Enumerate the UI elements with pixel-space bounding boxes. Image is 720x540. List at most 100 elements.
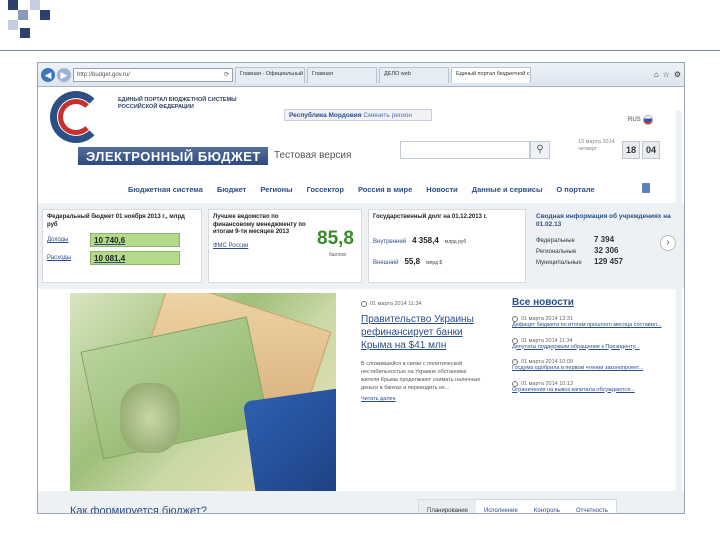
state-debt-title: Государственный долг на 01.12.2013 г. — [373, 214, 488, 220]
external-debt-unit: млрд $ — [426, 259, 443, 266]
best-agency-score: 85,8 — [317, 228, 354, 249]
star-icon[interactable]: ☆ — [663, 70, 670, 79]
menu-item[interactable]: Регионы — [260, 185, 292, 194]
search-icon[interactable]: ⚲ — [530, 141, 550, 159]
state-debt-panel: Государственный долг на 01.12.2013 г. Вн… — [368, 209, 526, 283]
brand-title[interactable]: ЭЛЕКТРОННЫЙ БЮДЖЕТ — [86, 149, 261, 164]
institutions-title[interactable]: Сводная информация об учреждениях на 01.… — [536, 213, 676, 229]
institutions-label: Федеральные — [536, 238, 575, 244]
wallet-image — [242, 385, 336, 491]
language-label: RUS — [628, 117, 641, 123]
menu-item[interactable]: Новости — [426, 185, 457, 194]
news-headline[interactable]: Ограничения на вывоз капитала обсуждаютс… — [512, 387, 676, 395]
expense-label: Расходы — [47, 255, 72, 261]
refresh-icon[interactable]: ⟳ — [224, 71, 229, 78]
expense-row[interactable]: Расходы 10 081,4 — [47, 251, 197, 265]
clock-icon — [512, 380, 518, 387]
region-name: Республика Мордовия — [289, 112, 362, 119]
gear-icon[interactable]: ⚙ — [674, 70, 681, 79]
browser-tab[interactable]: Главная — [307, 66, 377, 83]
slide: ◀ ▶ http://budget.gov.ru/ ⟳ Главная - Оф… — [0, 0, 720, 540]
external-debt-row[interactable]: Внешний 55,8 млрд $ — [373, 257, 521, 266]
address-bar[interactable]: http://budget.gov.ru/ ⟳ — [73, 67, 233, 82]
russia-flag-icon — [642, 115, 653, 125]
budget-process-bar: Как формируется бюджет? Планирование Исп… — [38, 491, 684, 513]
news-list-item[interactable]: 01 марта 2014 13:31 Дефицит бюджета по и… — [512, 316, 676, 330]
tab-planning[interactable]: Планирование — [419, 500, 476, 513]
current-date: 13 марта 2014 четверг — [578, 139, 615, 152]
menu-item[interactable]: Россия в мире — [358, 185, 412, 194]
news-list-item[interactable]: 01 марта 2014 11:34 Депутаты поддержали … — [512, 337, 676, 352]
news-date-text: 01 марта 2014 10:13 — [521, 380, 573, 387]
news-headline[interactable]: Госдума одобрила в первом чтении законоп… — [512, 365, 676, 373]
browser-tab[interactable]: ДЕЛО web — [379, 66, 449, 83]
featured-news-title[interactable]: Правительство Украины рефинансирует банк… — [361, 313, 482, 352]
menu-item[interactable]: Бюджетная система — [128, 185, 203, 194]
featured-news-date: 01 марта 2014 11:34 — [361, 301, 482, 307]
internal-debt-row[interactable]: Внутренний 4 358,4 млрд руб — [373, 236, 521, 245]
internal-debt-unit: млрд руб — [444, 238, 467, 245]
scrollbar[interactable] — [676, 111, 682, 511]
featured-news-image[interactable] — [70, 293, 336, 491]
decorative-line — [0, 50, 720, 51]
institutions-label: Региональные — [536, 249, 577, 255]
institutions-value: 129 457 — [594, 257, 623, 266]
news-list: Все новости 01 марта 2014 13:31 Дефицит … — [504, 293, 684, 491]
forward-icon[interactable]: ▶ — [57, 67, 71, 82]
search-input[interactable] — [400, 141, 530, 159]
external-debt-value: 55,8 — [404, 256, 421, 266]
browser-tab-active[interactable]: Единый портал бюджетной с... — [451, 66, 531, 83]
best-agency-title: Лучшее ведомство по финансовому менеджме… — [213, 214, 306, 235]
chevron-right-icon[interactable]: › — [660, 235, 676, 251]
menu-item[interactable]: Данные и сервисы — [472, 185, 543, 194]
featured-news: 01 марта 2014 11:34 Правительство Украин… — [336, 293, 502, 491]
institutions-label: Муниципальные — [536, 260, 582, 266]
all-news-link[interactable]: Все новости — [512, 297, 676, 308]
institutions-value: 7 394 — [594, 235, 615, 244]
clock-icon — [512, 337, 518, 344]
institutions-row: Федеральные 7 394 — [536, 235, 676, 244]
menu-item[interactable]: Бюджет — [217, 185, 246, 194]
info-panels: Федеральный бюджет 01 ноября 2013 г., мл… — [38, 203, 684, 289]
language-switch[interactable]: RUS — [628, 115, 653, 125]
banknote-portrait — [120, 383, 180, 453]
lock-icon[interactable] — [642, 183, 650, 193]
news-date-text: 01 марта 2014 11:34 — [521, 337, 573, 344]
browser-window: ◀ ▶ http://budget.gov.ru/ ⟳ Главная - Оф… — [37, 62, 685, 514]
window-controls: ⌂ ☆ ⚙ — [654, 70, 681, 79]
back-icon[interactable]: ◀ — [41, 67, 55, 82]
browser-toolbar: ◀ ▶ http://budget.gov.ru/ ⟳ Главная - Оф… — [38, 63, 684, 87]
clock-minute: 04 — [642, 141, 660, 159]
main-menu: Бюджетная система Бюджет Регионы Госсект… — [38, 179, 684, 199]
institutions-panel: Сводная информация об учреждениях на 01.… — [532, 209, 680, 283]
menu-item[interactable]: Госсектор — [307, 185, 344, 194]
browser-tab[interactable]: Главная - Официальный сайт... — [235, 66, 305, 83]
test-version-label: Тестовая версия — [274, 150, 352, 161]
news-list-item[interactable]: 01 марта 2014 10:13 Ограничения на вывоз… — [512, 380, 676, 395]
menu-item[interactable]: О портале — [556, 185, 594, 194]
featured-news-date-text: 01 марта 2014 11:34 — [370, 301, 422, 307]
news-headline[interactable]: Депутаты поддержали обращение к Президен… — [512, 344, 676, 352]
site-content: ЕДИНЫЙ ПОРТАЛ БЮДЖЕТНОЙ СИСТЕМЫ РОССИЙСК… — [38, 87, 684, 513]
home-icon[interactable]: ⌂ — [654, 70, 659, 79]
institutions-value: 32 306 — [594, 246, 619, 255]
tab-execution[interactable]: Исполнение — [476, 500, 526, 513]
external-debt-label: Внешний — [373, 259, 399, 266]
change-region-link[interactable]: Сменить регион — [363, 112, 412, 119]
region-selector[interactable]: Республика Мордовия Сменить регион — [284, 109, 432, 121]
clock-hour: 18 — [622, 141, 640, 159]
income-row[interactable]: Доходы 10 740,6 — [47, 233, 197, 247]
tab-reporting[interactable]: Отчетность — [568, 500, 616, 513]
decorative-squares — [0, 0, 60, 40]
news-headline[interactable]: Дефицит бюджета по итогам прошлого месяц… — [512, 322, 676, 330]
income-value: 10 740,6 — [90, 233, 180, 247]
tab-control[interactable]: Контроль — [526, 500, 568, 513]
read-more-link[interactable]: Читать далее — [361, 396, 482, 402]
featured-news-text: В сложившейся в связи с политической нес… — [361, 361, 481, 391]
how-budget-link[interactable]: Как формируется бюджет? — [70, 505, 207, 513]
institutions-row: Региональные 32 306 — [536, 246, 676, 255]
internal-debt-label: Внутренний — [373, 238, 407, 245]
expense-value: 10 081,4 — [90, 251, 180, 265]
news-list-item[interactable]: 01 марта 2014 10:09 Госдума одобрила в п… — [512, 359, 676, 373]
institutions-row: Муниципальные 129 457 — [536, 257, 676, 266]
